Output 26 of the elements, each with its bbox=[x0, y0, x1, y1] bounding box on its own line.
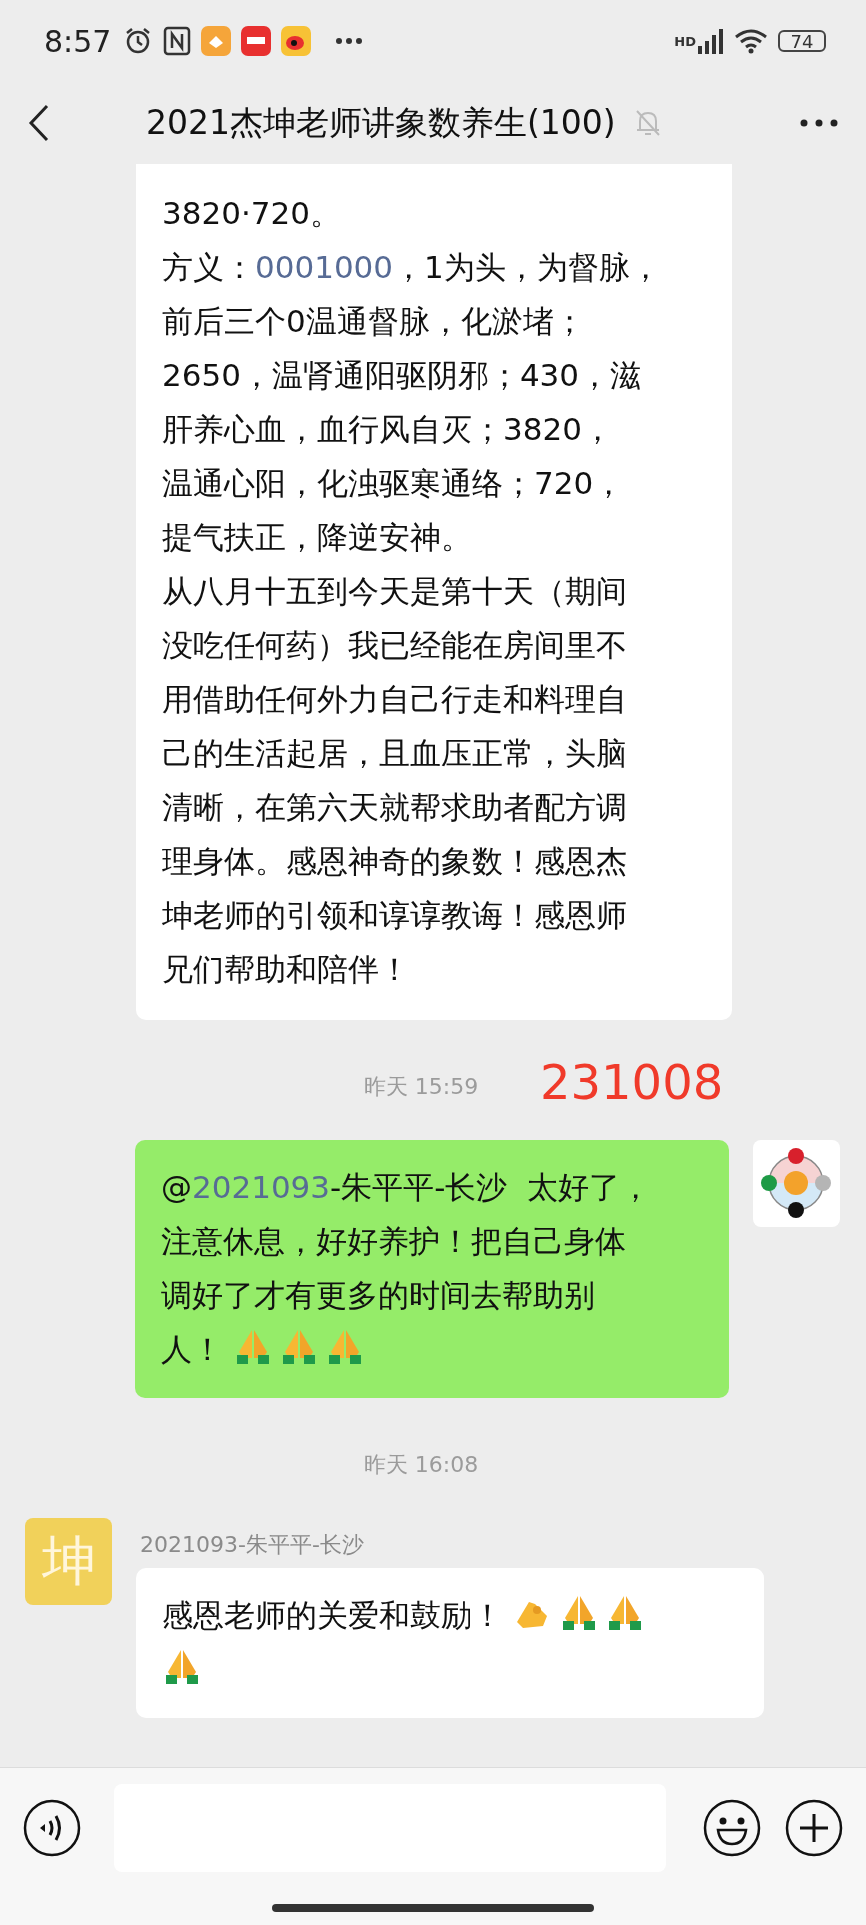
message-text: 3820·720。 方义：0001000，1为头，为督脉， 前后三个0温通督脉，化淤堵； 2650，温肾通阳驱阴邪；430，滋 肝养心血，血行风自灭；3820， 温通心阳，化浊驱寒通络；720， 提气扶正，降逆安神。 从八月十五到今天是第十天（期间 没吃任何药）我已经能在房间里不 用借助任何外力自己行走和料理自 己的生活起居，且血压正常，头脑 清晰，在第六天就帮求助者配方调 理身体。感恩神奇的象数！感恩杰 坤老师的引领和谆谆教诲！感恩师 兄们帮助和陪伴！ bbox=[162, 195, 661, 987]
message-text: 感恩老师的关爱和鼓励！ bbox=[162, 1597, 651, 1687]
mention-link[interactable]: 0001000 bbox=[255, 249, 394, 285]
voice-button[interactable] bbox=[22, 1798, 82, 1858]
timestamp: 昨天 15:59 bbox=[363, 1073, 479, 1101]
app-icon bbox=[281, 26, 312, 56]
timestamp: 昨天 16:08 bbox=[363, 1451, 479, 1479]
nfc-icon bbox=[163, 26, 192, 56]
network-type: HD bbox=[674, 33, 696, 49]
more-icon bbox=[335, 37, 364, 45]
more-icon[interactable] bbox=[800, 119, 838, 127]
signal-icon bbox=[698, 28, 724, 54]
back-icon[interactable] bbox=[28, 104, 50, 142]
battery-level: 74 bbox=[778, 30, 826, 52]
annotation-number: 231008 bbox=[540, 1054, 724, 1110]
app-icon bbox=[201, 26, 232, 56]
add-button[interactable] bbox=[784, 1798, 844, 1858]
status-time: 8:57 bbox=[44, 23, 112, 59]
avatar-diagram-icon[interactable] bbox=[753, 1140, 840, 1227]
emoji-button[interactable] bbox=[702, 1798, 762, 1858]
wifi-icon bbox=[734, 28, 768, 54]
mention-link[interactable]: 2021093 bbox=[192, 1169, 331, 1205]
sender-name: 2021093-朱平平-长沙 bbox=[140, 1531, 364, 1559]
app-icon bbox=[241, 26, 272, 56]
chat-title: 2021杰坤老师讲象数养生(100) bbox=[146, 101, 616, 144]
message-text: @2021093-朱平平-长沙 太好了， 注意休息，好好养护！把自己身体 调好了才有更多的时间去帮助别 人！ bbox=[161, 1169, 652, 1367]
